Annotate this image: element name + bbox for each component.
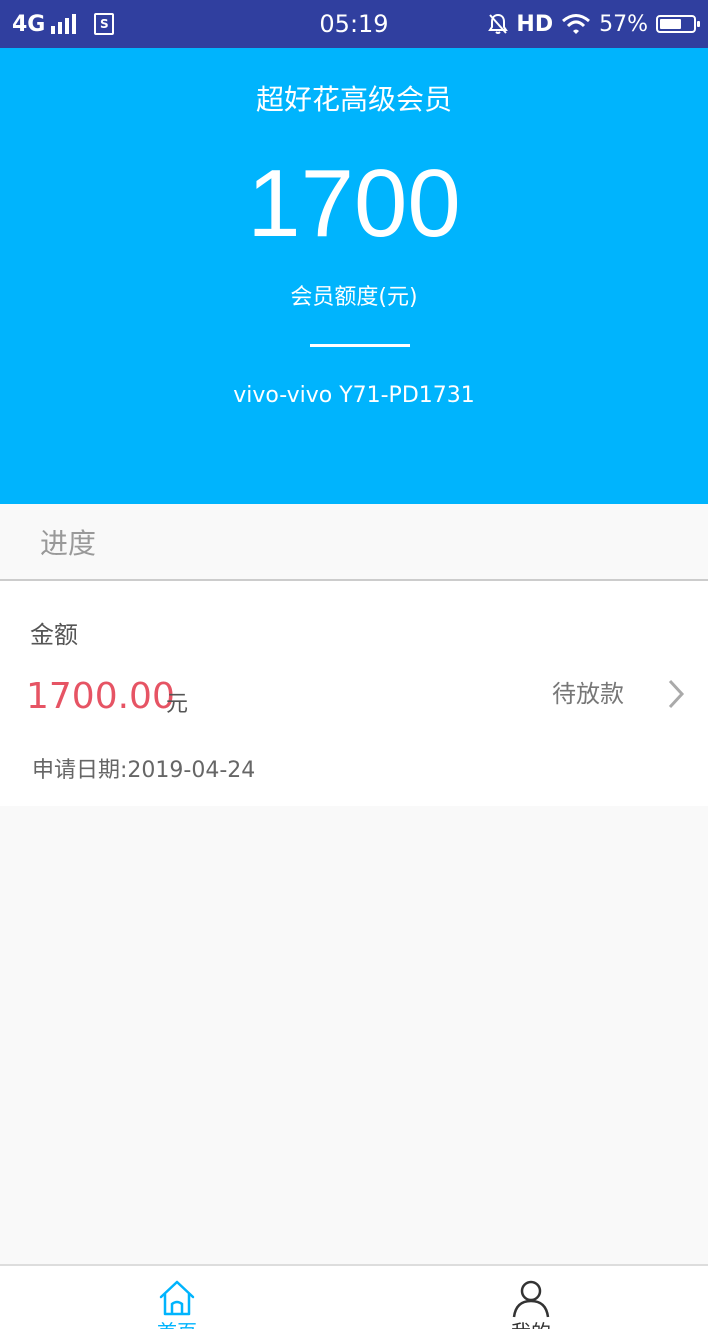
nav-home-label: 首页	[0, 1320, 354, 1329]
hd-label: HD	[516, 11, 554, 37]
amount-label: 金额	[30, 621, 78, 649]
section-title: 进度	[40, 527, 97, 560]
nav-home[interactable]: 首页	[0, 1266, 354, 1329]
home-icon	[159, 1280, 195, 1316]
apply-date: 申请日期:2019-04-24	[32, 758, 256, 783]
credit-label: 会员额度(元)	[290, 285, 418, 310]
user-icon	[512, 1280, 550, 1318]
page-title: 超好花高级会员	[255, 83, 452, 116]
bottom-nav: 首页 我的	[0, 1264, 708, 1329]
device-name: vivo-vivo Y71-PD1731	[233, 383, 475, 408]
status-text: 待放款	[552, 680, 624, 708]
amount-value: 1700.00	[26, 676, 175, 717]
battery-percent: 57%	[599, 11, 648, 37]
battery-fill	[660, 19, 681, 29]
status-bar: 4G S 05:19 HD 57%	[0, 0, 708, 48]
progress-section-header: 进度	[0, 504, 708, 581]
amount-unit: 元	[166, 692, 189, 717]
wifi-icon	[562, 14, 591, 34]
credit-amount: 1700	[247, 150, 461, 257]
status-right: HD 57%	[488, 9, 700, 39]
battery-icon	[656, 15, 700, 33]
chevron-right-icon[interactable]	[664, 677, 688, 711]
loan-record-card[interactable]: 金额 1700.00 元 待放款 申请日期:2019-04-24	[0, 581, 708, 806]
bell-off-icon	[488, 13, 509, 34]
header-divider	[310, 344, 410, 347]
nav-mine-label: 我的	[354, 1320, 708, 1329]
nav-mine[interactable]: 我的	[354, 1266, 708, 1329]
credit-header: 超好花高级会员 1700 会员额度(元) vivo-vivo Y71-PD173…	[0, 48, 708, 504]
